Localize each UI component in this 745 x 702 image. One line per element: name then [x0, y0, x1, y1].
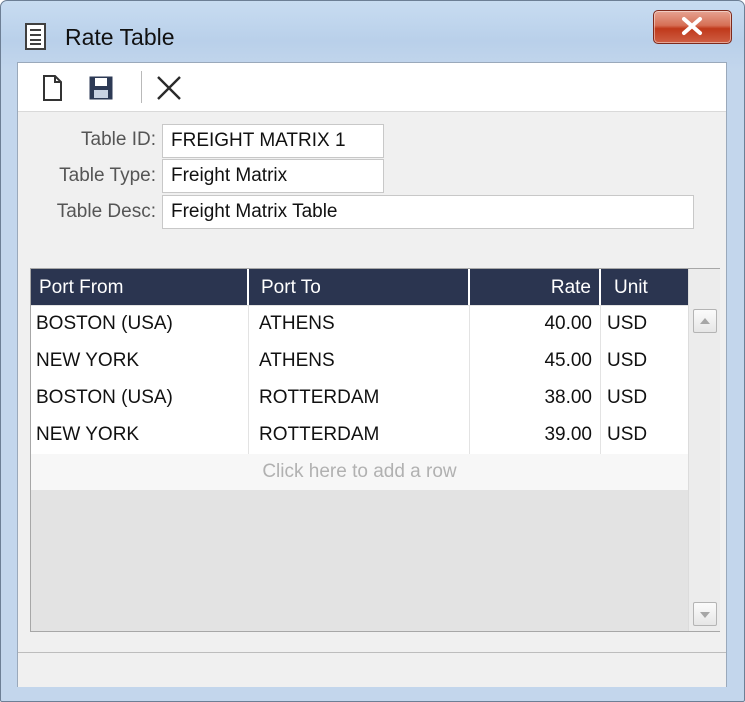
scroll-down-button[interactable]	[693, 602, 717, 626]
rate-grid: Port From Port To Rate Unit BOSTON (USA)…	[30, 268, 720, 632]
port-from-cell: BOSTON (USA)	[31, 306, 249, 343]
status-bar	[18, 652, 726, 687]
dialog-content: Table ID: FREIGHT MATRIX 1 Table Type: F…	[17, 62, 727, 687]
add-row-button[interactable]: Click here to add a row	[31, 454, 688, 490]
new-document-icon[interactable]	[38, 73, 68, 103]
table-id-label: Table ID:	[81, 129, 156, 150]
port-to-cell: ATHENS	[249, 343, 470, 380]
table-icon	[23, 23, 49, 51]
column-header-unit[interactable]: Unit	[601, 269, 688, 305]
unit-cell: USD	[607, 350, 648, 371]
table-row[interactable]: BOSTON (USA) ROTTERDAM 38.00 USD	[31, 380, 688, 418]
close-button[interactable]	[653, 10, 732, 44]
port-to-cell: ROTTERDAM	[249, 417, 470, 454]
table-row[interactable]: BOSTON (USA) ATHENS 40.00 USD	[31, 306, 688, 344]
column-header-rate[interactable]: Rate	[470, 269, 601, 305]
rate-table-window: Rate Table Table ID: FREIGHT MATRIX 1 Ta…	[0, 0, 745, 702]
scroll-up-button[interactable]	[693, 309, 717, 333]
unit-cell: USD	[607, 387, 648, 408]
grid-header: Port From Port To Rate Unit	[31, 269, 688, 305]
table-type-field[interactable]: Freight Matrix	[162, 159, 384, 193]
table-row[interactable]: NEW YORK ATHENS 45.00 USD	[31, 343, 688, 381]
rate-cell: 45.00	[470, 343, 601, 380]
table-id-field[interactable]: FREIGHT MATRIX 1	[162, 124, 384, 158]
toolbar-separator	[141, 71, 142, 103]
port-from-cell: BOSTON (USA)	[31, 380, 249, 417]
port-from-cell: NEW YORK	[31, 343, 249, 380]
table-desc-field[interactable]: Freight Matrix Table	[162, 195, 694, 229]
save-icon[interactable]	[86, 73, 116, 103]
window-title: Rate Table	[65, 24, 175, 50]
toolbar	[18, 63, 726, 112]
title-bar[interactable]: Rate Table	[1, 1, 744, 63]
table-desc-label: Table Desc:	[56, 201, 156, 222]
port-to-cell: ROTTERDAM	[249, 380, 470, 417]
scroll-up-arrow-icon	[694, 318, 716, 336]
vertical-scrollbar[interactable]	[688, 269, 720, 631]
rate-cell: 40.00	[470, 306, 601, 343]
unit-cell: USD	[607, 313, 648, 334]
port-from-cell: NEW YORK	[31, 417, 249, 454]
unit-cell: USD	[607, 424, 648, 445]
port-to-cell: ATHENS	[249, 306, 470, 343]
table-type-label: Table Type:	[59, 165, 156, 186]
column-header-port-to[interactable]: Port To	[249, 269, 470, 305]
column-header-port-from[interactable]: Port From	[31, 269, 249, 305]
scroll-down-arrow-icon	[694, 612, 716, 629]
rate-cell: 38.00	[470, 380, 601, 417]
delete-x-icon[interactable]	[154, 73, 184, 103]
rate-cell: 39.00	[470, 417, 601, 454]
table-row[interactable]: NEW YORK ROTTERDAM 39.00 USD	[31, 417, 688, 455]
